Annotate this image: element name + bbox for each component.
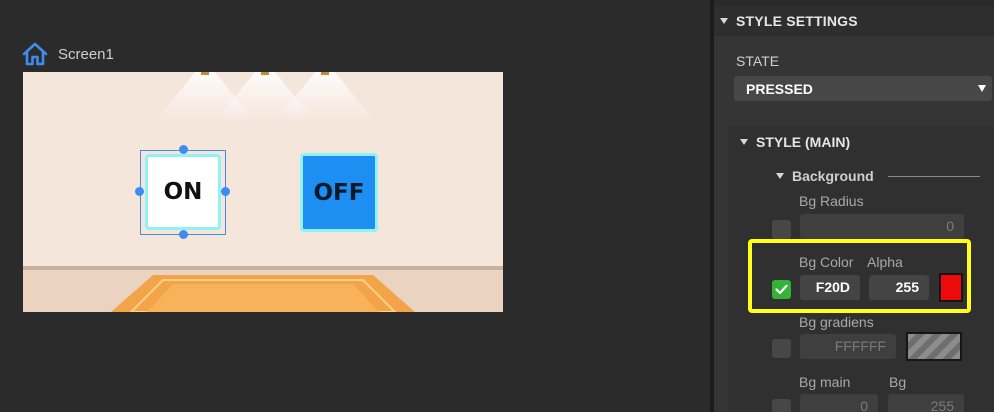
bg-gradient-swatch[interactable] (906, 332, 962, 361)
off-button[interactable]: OFF (300, 153, 378, 232)
style-settings-title: STYLE SETTINGS (736, 13, 858, 29)
background-group-header[interactable]: Background (776, 168, 874, 184)
alpha-label: Alpha (867, 254, 903, 270)
bg-color-swatch[interactable] (939, 273, 963, 302)
state-dropdown[interactable]: PRESSED (734, 76, 992, 101)
screen-preview[interactable]: ON OFF (23, 72, 503, 312)
bg-gradient-checkbox[interactable] (772, 339, 791, 358)
resize-handle-left[interactable] (135, 187, 144, 196)
bg-color-alpha-input[interactable]: 255 (869, 275, 929, 300)
bg-main-checkbox[interactable] (772, 399, 791, 412)
home-icon (22, 42, 48, 66)
state-dropdown-value: PRESSED (746, 80, 813, 97)
bg-color-checkbox[interactable] (772, 280, 791, 299)
state-label: STATE (736, 53, 780, 69)
background-divider-line (888, 176, 980, 177)
screen-tab[interactable]: Screen1 (22, 42, 114, 66)
bg-second-input[interactable]: 255 (888, 394, 964, 412)
collapse-triangle-icon (720, 18, 728, 24)
style-settings-header[interactable]: STYLE SETTINGS (714, 6, 994, 36)
screen-tab-label: Screen1 (58, 45, 114, 63)
bg-radius-checkbox[interactable] (772, 220, 791, 239)
canvas-area: Screen1 ON OFF (0, 0, 710, 412)
on-button[interactable]: ON (145, 154, 221, 230)
resize-handle-bottom[interactable] (179, 230, 188, 239)
style-settings-panel: STYLE SETTINGS STATE PRESSED STYLE (MAIN… (714, 0, 994, 412)
bg-color-hex-input[interactable]: F20D (800, 275, 860, 300)
style-main-section: STYLE (MAIN) Background Bg Radius 0 Bg C… (728, 126, 994, 412)
bg-gradient-hex-input[interactable]: FFFFFF (800, 334, 896, 359)
collapse-triangle-icon (740, 139, 748, 145)
rug-decoration (111, 275, 415, 312)
bg-gradient-label: Bg gradiens (799, 314, 874, 330)
dropdown-arrow-icon (978, 85, 986, 92)
bg-radius-label: Bg Radius (799, 193, 864, 209)
bg-radius-input[interactable]: 0 (800, 214, 964, 239)
resize-handle-top[interactable] (179, 145, 188, 154)
background-group-title: Background (792, 168, 874, 184)
bg-second-label: Bg (889, 374, 907, 390)
resize-handle-right[interactable] (221, 187, 230, 196)
collapse-triangle-icon (776, 173, 784, 179)
bg-main-input[interactable]: 0 (800, 394, 878, 412)
checkmark-icon (775, 284, 788, 295)
bg-color-label: Bg Color (799, 254, 854, 270)
style-main-title: STYLE (MAIN) (756, 134, 851, 150)
bg-main-label: Bg main (799, 374, 851, 390)
style-main-header[interactable]: STYLE (MAIN) (740, 134, 850, 150)
